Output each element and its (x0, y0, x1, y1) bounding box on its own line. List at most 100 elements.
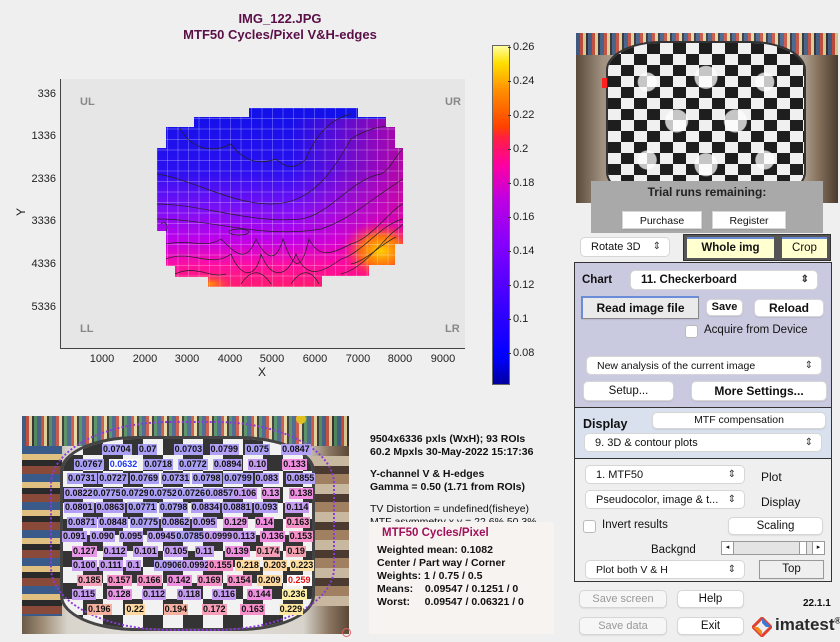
roi-mtf-label: 0.0863 (95, 502, 126, 513)
display-label: Display (583, 417, 628, 431)
roi-mtf-label: 0.0726 (176, 487, 206, 499)
rotate-3d-value: Rotate 3D (591, 241, 641, 253)
roi-mtf-label: 0.115 (72, 589, 97, 600)
colorbar-tick: 0.08 (507, 347, 535, 359)
figure-title: IMG_122.JPG (238, 11, 322, 26)
analysis-image[interactable]: 0.0704 0.07 0.0703 0.0799 0.075 0.0847 0.0767 0… (22, 416, 349, 634)
vh-select[interactable]: Plot both V & H ⇕ (585, 560, 745, 579)
roi-mtf-label: 0.154 (227, 574, 252, 586)
roi-mtf-label: 0.0769 (129, 473, 160, 484)
exit-button[interactable]: Exit (677, 617, 744, 635)
roi-mtf-label: 0.0945 (147, 531, 177, 542)
colorbar-tick: 0.12 (507, 279, 535, 291)
colorbar-tick: 0.16 (507, 211, 535, 223)
x-tick: 7000 (345, 353, 371, 365)
roi-mtf-label: 0.153 (288, 531, 314, 542)
purchase-button[interactable]: Purchase (622, 211, 702, 229)
register-button[interactable]: Register (712, 211, 786, 229)
x-tick: 3000 (174, 353, 200, 365)
help-button[interactable]: Help (677, 590, 744, 608)
roi-marker (602, 78, 607, 88)
roi-mtf-label: 0.100 (72, 560, 97, 571)
y-tick: 3336 (31, 215, 56, 227)
roi-mtf-label: 0.091 (62, 531, 87, 542)
roi-mtf-label: 0.133 (282, 458, 307, 470)
save-button[interactable]: Save (706, 299, 743, 316)
roi-mtf-label: 0.083 (254, 473, 280, 484)
roi-mtf-label: 0.0798 (158, 502, 189, 513)
roi-mtf-label: 0.093 (253, 502, 279, 513)
roi-mtf-label: 0.106 (232, 487, 258, 499)
roi-mtf-label: 0.0752 (148, 487, 178, 499)
roi-mtf-label: 0.112 (142, 589, 167, 600)
contour-heatmap (157, 108, 403, 287)
roi-mtf-label: 0.114 (285, 502, 310, 513)
roi-mtf-label: 0.10 (247, 458, 268, 470)
roi-mtf-label: 0.0894 (212, 458, 243, 470)
chevron-updown-icon: ⇕ (804, 437, 813, 448)
roi-mtf-label: 0.259 (287, 574, 312, 586)
whole-img-toggle[interactable]: Whole img (687, 237, 774, 258)
roi-mtf-label: 0.139 (225, 545, 250, 557)
backgnd-slider[interactable]: ◂ ▸ (721, 541, 825, 555)
roi-mtf-label: 0.0862 (160, 516, 191, 528)
resize-handle-icon[interactable] (342, 628, 351, 637)
preview-image[interactable] (576, 33, 838, 203)
more-settings-button[interactable]: More Settings... (691, 381, 827, 401)
plot-select[interactable]: 1. MTF50 ⇕ (585, 465, 745, 484)
slider-thumb[interactable] (798, 542, 807, 554)
brand-text: imatest (775, 615, 835, 634)
summary-means: Means: 0.09547 / 0.1251 / 0 (377, 583, 519, 595)
slider-left-arrow-icon[interactable]: ◂ (722, 542, 734, 554)
invert-results-checkbox[interactable] (583, 520, 596, 533)
backgnd-label: Backgnd (651, 544, 696, 556)
roi-mtf-label: 0.118 (177, 589, 202, 600)
contour-plot-area (60, 79, 465, 349)
chevron-updown-icon: ⇕ (804, 360, 813, 371)
chart-select-value: 11. Checkerboard (641, 274, 737, 286)
roi-mtf-label: 0.111 (99, 560, 123, 571)
rotate-3d-select[interactable]: Rotate 3D ⇕ (580, 237, 670, 257)
read-image-file-button[interactable]: Read image file (581, 296, 699, 319)
crop-toggle[interactable]: Crop (782, 237, 827, 258)
roi-mtf-label: 0.0798 (192, 473, 222, 484)
roi-mtf-label: 0.155 (208, 560, 233, 571)
roi-mtf-label: 0.07 (137, 444, 158, 455)
mtf-compensation-button[interactable]: MTF compensation (652, 412, 826, 429)
save-data-button[interactable]: Save data (579, 617, 667, 635)
corner-label-ur: UR (445, 96, 461, 108)
display-select[interactable]: 9. 3D & contour plots ⇕ (584, 433, 822, 452)
setup-button[interactable]: Setup... (583, 381, 674, 401)
display-mode-label: Display (761, 495, 801, 509)
brand-mark: ® (834, 615, 840, 626)
top-button[interactable]: Top (759, 560, 824, 579)
colorbar-tick: 0.1 (507, 313, 529, 325)
roi-mtf-label: 0.14 (254, 516, 275, 528)
y-tick: 336 (37, 88, 56, 100)
analysis-select[interactable]: New analysis of the current image ⇕ (586, 356, 822, 375)
chart-select[interactable]: 11. Checkerboard ⇕ (630, 270, 818, 290)
y-tick: 2336 (31, 173, 56, 185)
chevron-updown-icon: ⇕ (727, 469, 736, 480)
version-label: 22.1.1 (803, 598, 831, 609)
x-tick: 1000 (89, 353, 115, 365)
chevron-updown-icon: ⇕ (727, 494, 736, 505)
scaling-button[interactable]: Scaling (728, 517, 823, 535)
save-screen-button[interactable]: Save screen (579, 590, 667, 608)
roi-mtf-label: 0.194 (163, 603, 189, 615)
roi-mtf-label: 0.136 (260, 531, 285, 542)
summary-title: MTF50 Cycles/Pixel (382, 527, 489, 539)
reload-button[interactable]: Reload (754, 299, 824, 317)
colorbar-tick: 0.26 (507, 41, 535, 53)
roi-mtf-label: 0.0775 (129, 516, 160, 528)
roi-mtf-label: 0.0871 (67, 516, 97, 528)
roi-mtf-label: 0.174 (255, 545, 281, 557)
acquire-checkbox[interactable] (685, 325, 698, 338)
slider-right-arrow-icon[interactable]: ▸ (812, 542, 824, 554)
imatest-brand: imatest® (775, 615, 840, 635)
roi-mtf-label: 0.13 (260, 487, 281, 499)
roi-mtf-label: 0.218 (235, 560, 260, 571)
x-tick: 9000 (430, 353, 456, 365)
roi-mtf-label: 0.0775 (92, 487, 122, 499)
display-mode-select[interactable]: Pseudocolor, image & t... ⇕ (585, 490, 745, 509)
